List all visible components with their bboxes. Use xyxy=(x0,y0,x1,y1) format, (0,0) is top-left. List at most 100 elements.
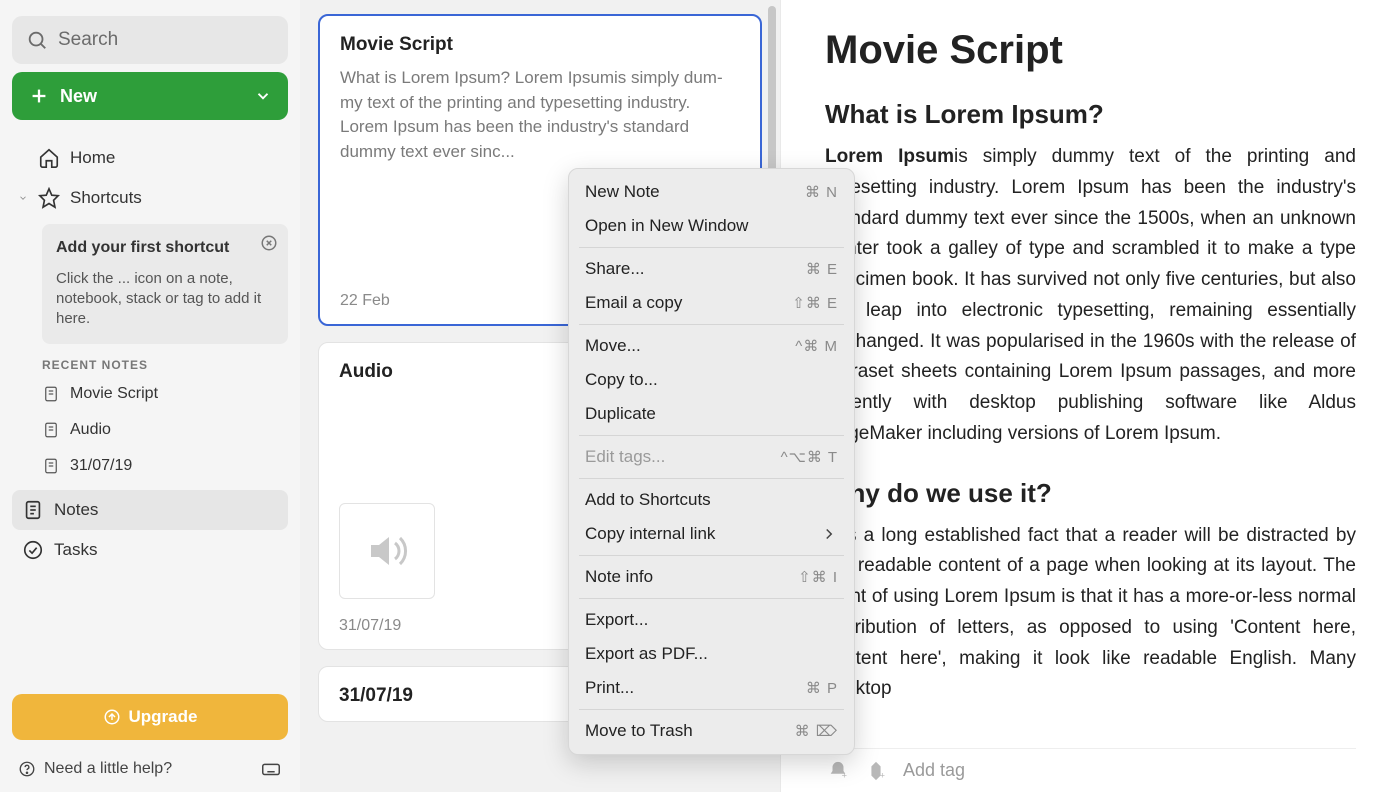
paragraph[interactable]: It is a long established fact that a rea… xyxy=(825,521,1356,706)
menu-item[interactable]: Add to Shortcuts xyxy=(569,483,854,517)
menu-item[interactable]: Copy internal link xyxy=(569,517,854,551)
svg-text:+: + xyxy=(880,770,885,780)
menu-separator xyxy=(579,598,844,599)
note-icon xyxy=(42,457,60,475)
menu-item-label: Add to Shortcuts xyxy=(585,490,711,510)
note-card-title: Movie Script xyxy=(340,34,740,56)
new-button[interactable]: New xyxy=(12,72,288,120)
menu-item[interactable]: Move to Trash ⌘ ⌦ xyxy=(569,714,854,748)
menu-item-label: New Note xyxy=(585,182,660,202)
menu-shortcut: ^⌥⌘ T xyxy=(781,448,838,466)
note-icon xyxy=(42,421,60,439)
menu-shortcut: ^⌘ M xyxy=(795,337,838,355)
menu-separator xyxy=(579,709,844,710)
menu-item[interactable]: Move...^⌘ M xyxy=(569,329,854,363)
sidebar-item-home[interactable]: Home xyxy=(12,138,288,178)
help-icon xyxy=(18,760,36,778)
menu-item-label: Duplicate xyxy=(585,404,656,424)
note-icon xyxy=(22,499,44,521)
chevron-down-icon xyxy=(254,87,272,105)
menu-item[interactable]: Export... xyxy=(569,603,854,637)
menu-item-label: Export... xyxy=(585,610,648,630)
home-icon xyxy=(38,147,60,169)
paragraph[interactable]: Lorem Ipsumis simply dummy text of the p… xyxy=(825,142,1356,450)
close-icon[interactable] xyxy=(260,234,278,252)
menu-item-label: Move to Trash xyxy=(585,721,693,741)
sidebar-item-label: Shortcuts xyxy=(70,188,142,208)
editor-content[interactable]: Movie Script What is Lorem Ipsum? Lorem … xyxy=(825,28,1356,748)
tag-icon[interactable]: + xyxy=(865,760,887,782)
sidebar-item-shortcuts[interactable]: Shortcuts xyxy=(12,178,288,218)
note-title[interactable]: Movie Script xyxy=(825,28,1356,73)
upgrade-label: Upgrade xyxy=(129,707,198,727)
recent-notes-label: RECENT NOTES xyxy=(12,350,288,376)
menu-item-label: Copy to... xyxy=(585,370,658,390)
menu-item[interactable]: Note info⇧⌘ I xyxy=(569,560,854,594)
search-placeholder: Search xyxy=(58,29,118,51)
sidebar-item-label: Tasks xyxy=(54,540,97,560)
menu-shortcut: ⌘ E xyxy=(806,260,838,278)
menu-item[interactable]: Share... ⌘ E xyxy=(569,252,854,286)
shortcut-hint-body: Click the ... icon on a note, notebook, … xyxy=(56,269,274,330)
menu-item-label: Export as PDF... xyxy=(585,644,708,664)
menu-item-label: Open in New Window xyxy=(585,216,748,236)
menu-item[interactable]: Duplicate xyxy=(569,397,854,431)
note-card-preview: What is Lorem Ipsum? Lorem Ipsumis simpl… xyxy=(340,66,740,165)
sidebar-item-notes[interactable]: Notes xyxy=(12,490,288,530)
menu-item[interactable]: Open in New Window xyxy=(569,209,854,243)
menu-shortcut: ⌘ ⌦ xyxy=(795,722,838,740)
chevron-down-icon[interactable] xyxy=(18,189,28,207)
menu-item: Edit tags... ^⌥⌘ T xyxy=(569,440,854,474)
menu-item[interactable]: New Note ⌘ N xyxy=(569,175,854,209)
help-row: Need a little help? xyxy=(12,748,288,780)
audio-thumbnail xyxy=(339,503,435,599)
menu-separator xyxy=(579,247,844,248)
menu-shortcut: ⇧⌘ I xyxy=(798,568,838,586)
sidebar-item-label: Notes xyxy=(54,500,98,520)
tag-bar: + + Add tag xyxy=(825,748,1356,792)
menu-item[interactable]: Copy to... xyxy=(569,363,854,397)
recent-note-label: 31/07/19 xyxy=(70,457,132,475)
shortcut-hint-card: Add your first shortcut Click the ... ic… xyxy=(42,224,288,344)
menu-shortcut: ⌘ N xyxy=(805,183,838,201)
menu-item-label: Share... xyxy=(585,259,645,279)
menu-separator xyxy=(579,435,844,436)
help-label: Need a little help? xyxy=(44,760,172,778)
heading[interactable]: What is Lorem Ipsum? xyxy=(825,99,1356,130)
recent-note-item[interactable]: 31/07/19 xyxy=(12,448,288,484)
bold-text: Lorem Ipsum xyxy=(825,146,954,167)
menu-item[interactable]: Export as PDF... xyxy=(569,637,854,671)
chevron-right-icon xyxy=(820,525,838,543)
menu-item-label: Email a copy xyxy=(585,293,682,313)
upgrade-button[interactable]: Upgrade xyxy=(12,694,288,740)
new-button-label: New xyxy=(60,86,97,107)
menu-item[interactable]: Email a copy⇧⌘ E xyxy=(569,286,854,320)
search-icon xyxy=(26,29,48,51)
search-input[interactable]: Search xyxy=(12,16,288,64)
sidebar: Search New Home Shortcuts Add your first… xyxy=(0,0,300,792)
menu-shortcut: ⌘ P xyxy=(806,679,838,697)
recent-note-label: Movie Script xyxy=(70,385,158,403)
menu-item-label: Print... xyxy=(585,678,634,698)
body-text: is simply dummy text of the printing and… xyxy=(825,146,1356,444)
recent-note-label: Audio xyxy=(70,421,111,439)
menu-item[interactable]: Print... ⌘ P xyxy=(569,671,854,705)
editor-panel: Movie Script What is Lorem Ipsum? Lorem … xyxy=(780,0,1400,792)
nav-list: Home Shortcuts Add your first shortcut C… xyxy=(12,138,288,570)
plus-icon xyxy=(28,85,50,107)
menu-separator xyxy=(579,555,844,556)
svg-text:+: + xyxy=(842,770,847,780)
check-circle-icon xyxy=(22,539,44,561)
reminder-icon[interactable]: + xyxy=(827,760,849,782)
star-icon xyxy=(38,187,60,209)
recent-note-item[interactable]: Audio xyxy=(12,412,288,448)
add-tag-placeholder[interactable]: Add tag xyxy=(903,760,965,781)
shortcut-hint-title: Add your first shortcut xyxy=(56,238,274,259)
context-menu: New Note ⌘ N Open in New Window Share... ⌘ E… xyxy=(568,168,855,755)
help-link[interactable]: Need a little help? xyxy=(18,760,172,778)
menu-item-label: Edit tags... xyxy=(585,447,665,467)
sidebar-item-tasks[interactable]: Tasks xyxy=(12,530,288,570)
heading[interactable]: Why do we use it? xyxy=(825,478,1356,509)
recent-note-item[interactable]: Movie Script xyxy=(12,376,288,412)
keyboard-icon[interactable] xyxy=(260,758,282,780)
